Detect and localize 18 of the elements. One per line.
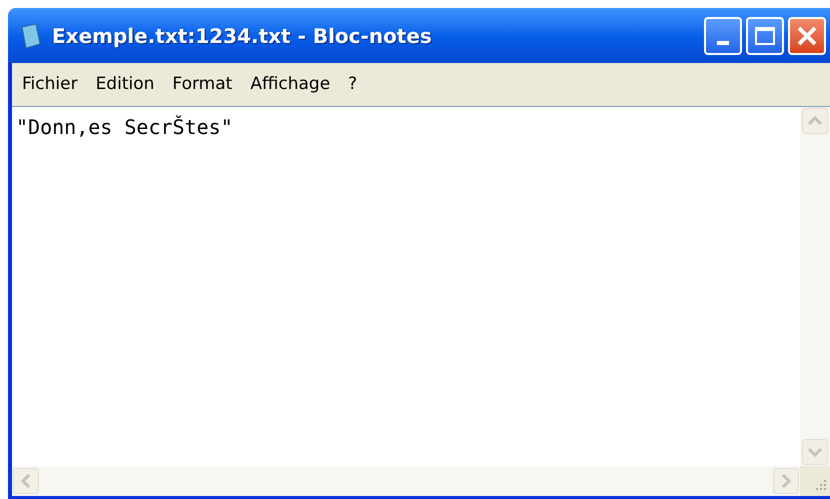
vertical-scrollbar[interactable]: [800, 107, 830, 466]
menu-item[interactable]: Edition: [96, 72, 154, 98]
notepad-icon: [20, 22, 42, 48]
maximize-button[interactable]: [746, 16, 784, 54]
resize-grip-icon[interactable]: [813, 479, 827, 493]
close-icon: [796, 24, 818, 46]
scroll-right-icon[interactable]: [773, 468, 799, 494]
scroll-up-icon[interactable]: [802, 108, 828, 134]
menu-item[interactable]: ?: [348, 72, 358, 98]
menu-item[interactable]: Fichier: [22, 72, 78, 98]
horizontal-scrollbar[interactable]: [12, 466, 800, 496]
menu-item[interactable]: Format: [172, 72, 232, 98]
scroll-left-icon[interactable]: [13, 468, 39, 494]
menu-item[interactable]: Affichage: [250, 72, 330, 98]
window-title: Exemple.txt:1234.txt - Bloc-notes: [52, 22, 432, 50]
scroll-down-icon[interactable]: [802, 439, 828, 465]
minimize-button[interactable]: [704, 16, 742, 54]
close-button[interactable]: [788, 16, 826, 54]
